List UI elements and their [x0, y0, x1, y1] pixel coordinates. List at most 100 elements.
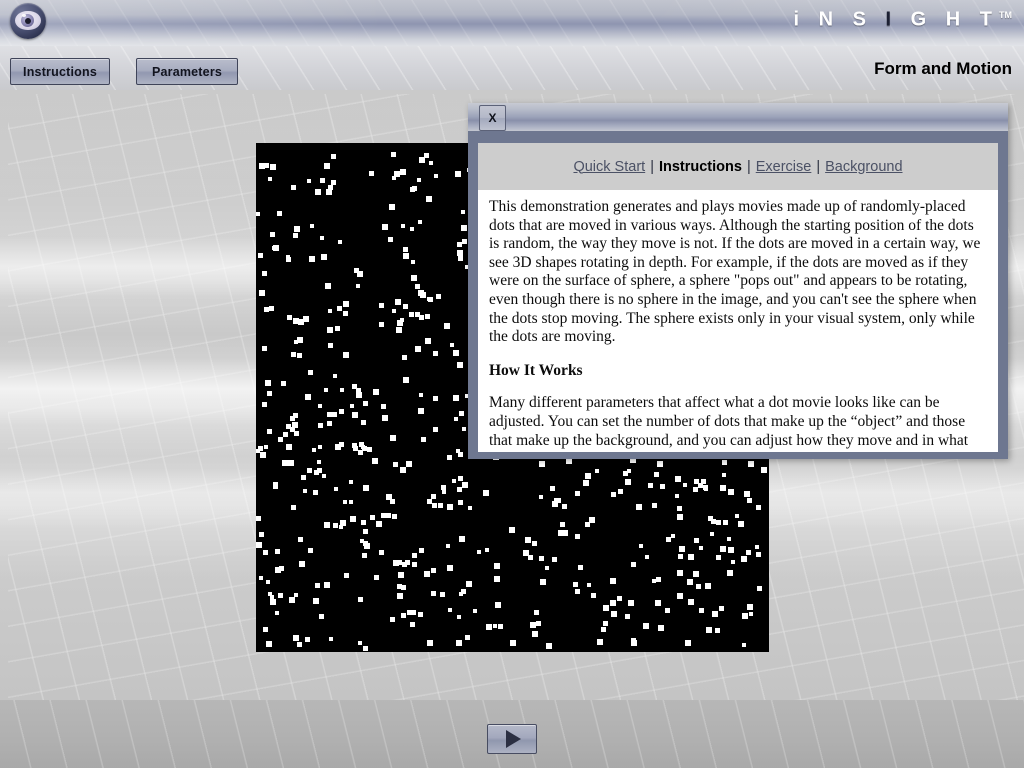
- dot: [303, 316, 309, 322]
- dot: [358, 597, 363, 602]
- dot: [275, 611, 279, 615]
- dot: [459, 411, 464, 416]
- dot: [450, 343, 454, 347]
- dot: [746, 550, 751, 555]
- dot: [442, 490, 446, 494]
- dot: [687, 579, 693, 585]
- dot: [299, 561, 305, 567]
- dot: [403, 253, 409, 259]
- dialog-tab-exercise[interactable]: Exercise: [756, 159, 812, 175]
- dialog-tab-instructions[interactable]: Instructions: [659, 159, 742, 175]
- dot: [540, 579, 546, 585]
- parameters-button[interactable]: Parameters: [136, 58, 238, 85]
- dot: [575, 491, 580, 496]
- dot: [706, 627, 712, 633]
- dot: [562, 530, 568, 536]
- dot: [683, 483, 687, 487]
- dot: [495, 602, 501, 608]
- dot: [397, 584, 402, 589]
- dot: [320, 236, 324, 240]
- dot: [260, 452, 266, 458]
- dot: [324, 388, 328, 392]
- dot: [550, 486, 555, 491]
- how-it-works-heading: How It Works: [489, 361, 583, 379]
- dot: [431, 568, 436, 573]
- dot: [308, 548, 313, 553]
- dot: [335, 326, 340, 331]
- dot: [419, 393, 423, 397]
- dot: [405, 560, 410, 565]
- dot: [415, 284, 420, 289]
- dot: [290, 416, 295, 421]
- play-triangle-icon: [506, 730, 521, 748]
- dot: [636, 504, 642, 510]
- instructions-button[interactable]: Instructions: [10, 58, 110, 85]
- dot: [645, 555, 649, 559]
- dot: [731, 560, 735, 564]
- close-button[interactable]: X: [479, 105, 506, 131]
- dot: [391, 152, 396, 157]
- dot: [462, 427, 466, 431]
- dot: [293, 233, 298, 238]
- dot: [310, 224, 314, 228]
- dot: [465, 635, 470, 640]
- dot: [256, 449, 260, 453]
- dot: [278, 593, 283, 598]
- dialog-tab-separator: |: [650, 158, 654, 175]
- dot: [523, 550, 529, 556]
- dot: [735, 514, 739, 518]
- dot: [699, 608, 704, 613]
- dot: [337, 306, 342, 311]
- dot: [448, 608, 452, 612]
- dot: [749, 612, 753, 616]
- dot: [458, 500, 463, 505]
- dot: [322, 474, 326, 478]
- dot: [453, 395, 459, 401]
- dot: [447, 504, 453, 510]
- dot: [349, 480, 353, 484]
- dot: [256, 542, 262, 548]
- dot: [761, 467, 767, 473]
- dot: [720, 546, 726, 552]
- play-button[interactable]: [487, 724, 537, 754]
- dot: [710, 532, 714, 536]
- dot: [411, 610, 416, 615]
- dot: [370, 515, 375, 520]
- dot: [679, 546, 685, 552]
- dialog-tab-background[interactable]: Background: [825, 159, 902, 175]
- dot: [539, 495, 543, 499]
- dialog-tab-quick-start[interactable]: Quick Start: [573, 159, 645, 175]
- dot: [318, 423, 323, 428]
- dot: [328, 309, 332, 313]
- dot: [494, 563, 500, 569]
- dot: [313, 598, 319, 604]
- dot: [610, 578, 616, 584]
- dialog-body: Quick Start | Instructions | Exercise | Backgr…: [478, 143, 998, 452]
- dot: [742, 643, 746, 647]
- dot: [457, 362, 463, 368]
- dot: [675, 476, 681, 482]
- dot: [397, 593, 403, 599]
- dot: [361, 420, 366, 425]
- dot: [352, 412, 358, 418]
- dot: [268, 177, 272, 181]
- dot: [410, 227, 414, 231]
- dot: [461, 225, 467, 231]
- dot: [340, 388, 344, 392]
- dot: [741, 556, 747, 562]
- dot: [349, 500, 353, 504]
- dot: [560, 522, 565, 527]
- dot: [468, 506, 472, 510]
- dot: [688, 554, 694, 560]
- dot: [343, 301, 349, 307]
- info-dialog: X Quick Start | Instructions | Exercise | Back…: [468, 103, 1008, 459]
- dot: [305, 637, 310, 642]
- dot: [722, 460, 727, 465]
- dot: [350, 404, 354, 408]
- dot: [324, 522, 330, 528]
- dot: [648, 483, 653, 488]
- dot: [525, 537, 531, 543]
- dot: [494, 576, 500, 582]
- page-title: Form and Motion: [874, 59, 1012, 78]
- dot: [658, 625, 664, 631]
